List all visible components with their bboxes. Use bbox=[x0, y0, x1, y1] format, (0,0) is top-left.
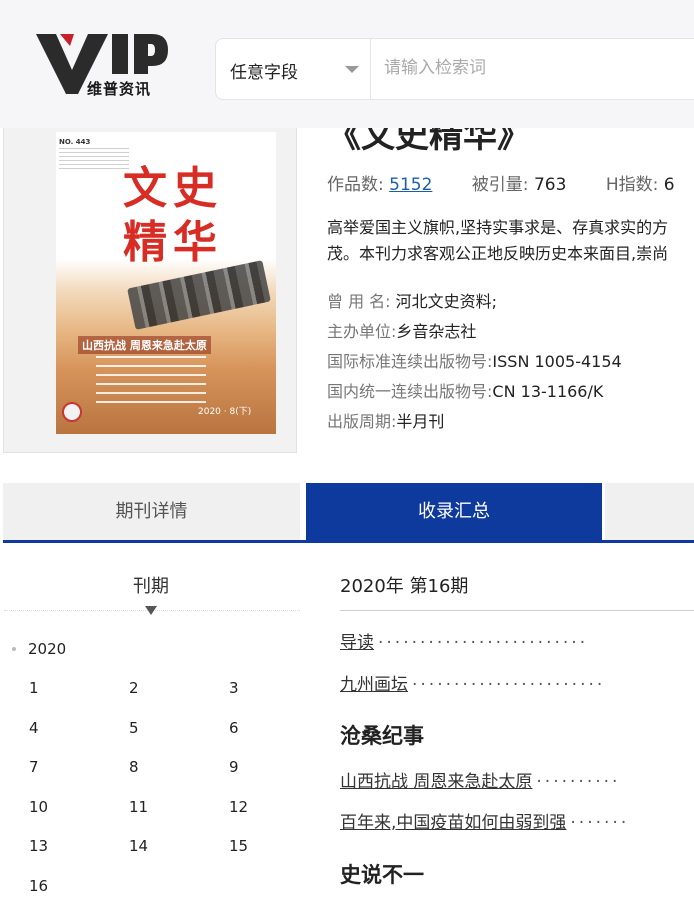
meta-former-name: 曾 用 名: 河北文史资料; bbox=[327, 287, 694, 317]
issue-number-5[interactable]: 5 bbox=[129, 719, 229, 759]
issue-heading: 刊期 bbox=[0, 572, 302, 598]
article-link[interactable]: 导读 bbox=[340, 633, 374, 653]
meta-sponsor: 主办单位:乡音杂志社 bbox=[327, 317, 694, 347]
works-count-link[interactable]: 5152 bbox=[389, 175, 432, 195]
issue-number-16[interactable]: 16 bbox=[29, 877, 129, 916]
issue-number-2[interactable]: 2 bbox=[129, 679, 229, 719]
issue-number-13[interactable]: 13 bbox=[29, 837, 129, 877]
tab-indexing-summary[interactable]: 收录汇总 bbox=[306, 483, 602, 540]
section-title: 史说不一 bbox=[340, 859, 424, 889]
site-header: 维普资讯 任意字段 bbox=[0, 0, 694, 128]
tab-bar: 期刊详情 收录汇总 bbox=[3, 483, 694, 543]
issue-number-6[interactable]: 6 bbox=[229, 719, 329, 759]
journal-stats: 作品数: 5152 被引量: 763 H指数: 6 bbox=[327, 170, 675, 195]
meta-frequency: 出版周期:半月刊 bbox=[327, 407, 694, 437]
article-item: 九州画坛······················· bbox=[340, 670, 694, 696]
issue-number-7[interactable]: 7 bbox=[29, 758, 129, 798]
cover-date: 2020 · 8(下) bbox=[198, 404, 251, 417]
search-box: 任意字段 bbox=[215, 38, 694, 100]
issue-number-1[interactable]: 1 bbox=[29, 679, 129, 719]
caret-down-icon bbox=[345, 66, 359, 73]
issue-number-12[interactable]: 12 bbox=[229, 798, 329, 838]
logo-text: 维普资讯 bbox=[87, 78, 151, 99]
article-item: 山西抗战 周恩来急赴太原·········· bbox=[340, 767, 694, 793]
article-link[interactable]: 百年来,中国疫苗如何由弱到强 bbox=[340, 813, 566, 833]
issue-number-10[interactable]: 10 bbox=[29, 798, 129, 838]
cover-issue-no: NO. 443 bbox=[59, 138, 90, 146]
tab-journal-details[interactable]: 期刊详情 bbox=[3, 483, 300, 540]
issue-number-8[interactable]: 8 bbox=[129, 758, 229, 798]
section-title: 沧桑纪事 bbox=[340, 720, 424, 750]
stat-citations: 被引量: 763 bbox=[472, 170, 567, 195]
search-input[interactable] bbox=[384, 58, 684, 78]
issue-number-11[interactable]: 11 bbox=[129, 798, 229, 838]
issue-number-grid: 12345678910111213141516 bbox=[29, 679, 329, 916]
cover-title: 文史精华 bbox=[118, 162, 228, 270]
issue-number-4[interactable]: 4 bbox=[29, 719, 129, 759]
journal-meta: 曾 用 名: 河北文史资料; 主办单位:乡音杂志社 国际标准连续出版物号:ISS… bbox=[327, 287, 694, 437]
meta-issn: 国际标准连续出版物号:ISSN 1005-4154 bbox=[327, 347, 694, 377]
issue-number-9[interactable]: 9 bbox=[229, 758, 329, 798]
stat-h-index: H指数: 6 bbox=[606, 170, 675, 195]
article-item: 导读························· bbox=[340, 628, 694, 654]
journal-cover[interactable]: NO. 443 文史精华 山西抗战 周恩来急赴太原 2020 · 8(下) bbox=[56, 132, 276, 434]
cover-badge-icon bbox=[62, 402, 82, 422]
current-issue-title: 2020年 第16期 bbox=[340, 572, 468, 598]
search-field-select[interactable]: 任意字段 bbox=[216, 39, 371, 99]
bullet-icon bbox=[12, 647, 16, 651]
issue-number-14[interactable]: 14 bbox=[129, 837, 229, 877]
issue-title-divider bbox=[340, 610, 694, 611]
article-link[interactable]: 九州画坛 bbox=[340, 675, 408, 695]
stat-works: 作品数: 5152 bbox=[327, 170, 432, 195]
article-link[interactable]: 山西抗战 周恩来急赴太原 bbox=[340, 772, 532, 792]
article-item: 百年来,中国疫苗如何由弱到强······· bbox=[340, 808, 694, 834]
issue-number-3[interactable]: 3 bbox=[229, 679, 329, 719]
cover-filmstrip-image bbox=[127, 260, 271, 330]
issue-number-15[interactable]: 15 bbox=[229, 837, 329, 877]
meta-cn: 国内统一连续出版物号:CN 13-1166/K bbox=[327, 377, 694, 407]
year-2020[interactable]: 2020 bbox=[28, 640, 66, 658]
search-field-label: 任意字段 bbox=[230, 58, 298, 83]
tab-more[interactable] bbox=[605, 483, 694, 540]
journal-description: 高举爱国主义旗帜,坚持实事求是、存真求实的方 茂。本刊力求客观公正地反映历史本来… bbox=[327, 215, 694, 271]
cover-subtitles bbox=[96, 356, 206, 406]
caret-down-icon bbox=[145, 606, 157, 615]
cover-headline: 山西抗战 周恩来急赴太原 bbox=[78, 336, 211, 354]
